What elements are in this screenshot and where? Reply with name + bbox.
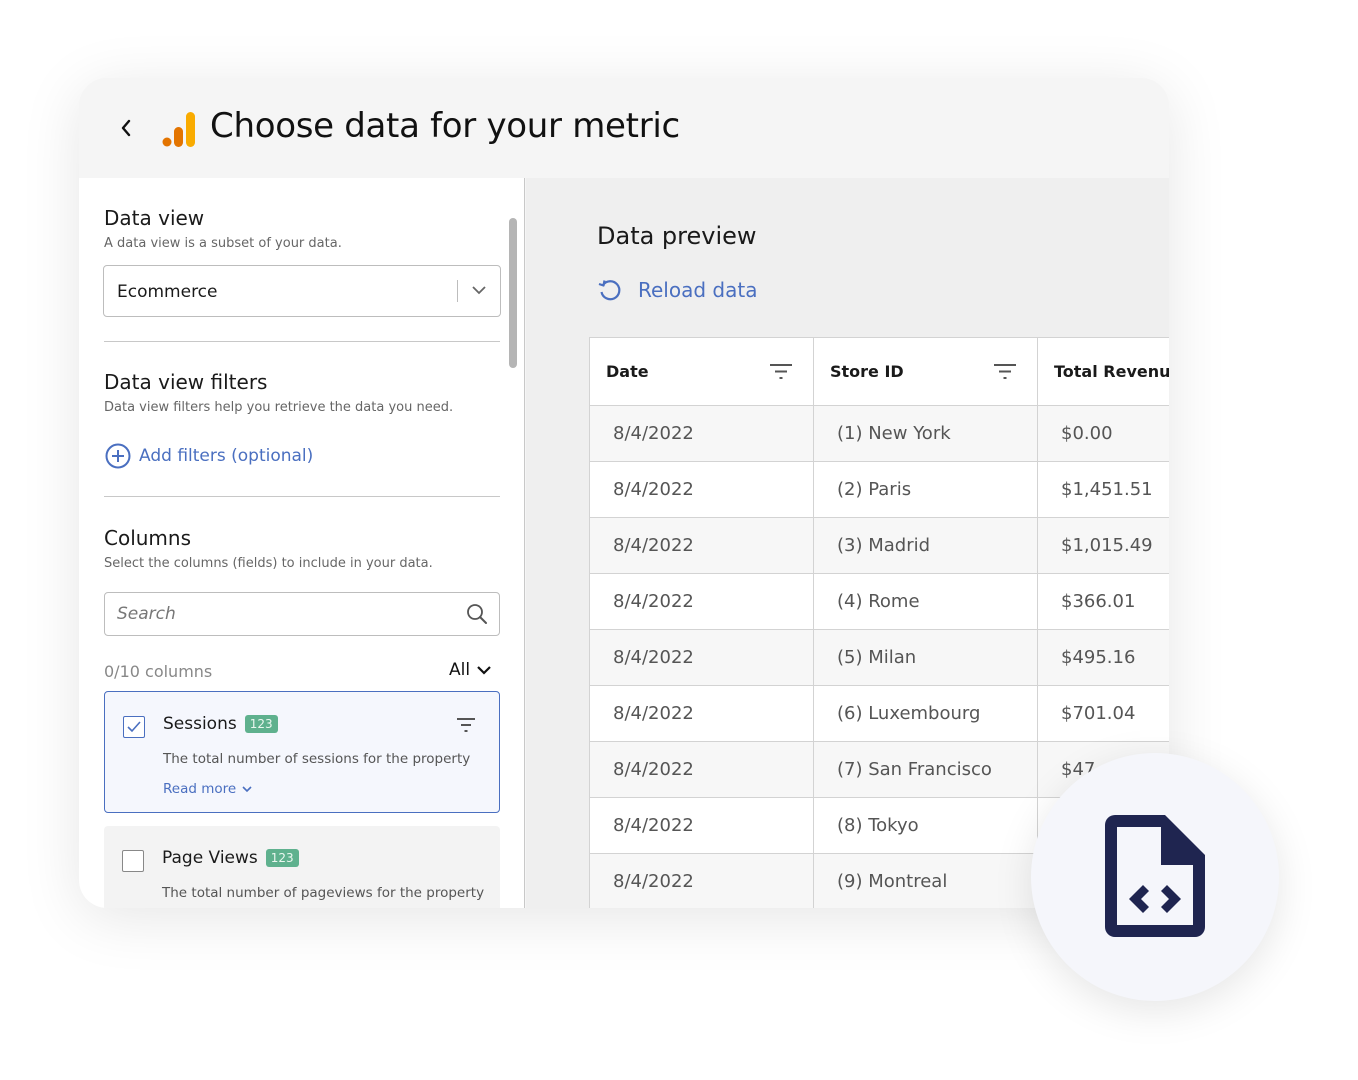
cell-store-id: (8) Tokyo bbox=[813, 797, 1038, 854]
reload-data-button[interactable]: Reload data bbox=[596, 276, 757, 304]
cell-store-id: (9) Montreal bbox=[813, 853, 1038, 908]
cell-total-revenue: $701.04 bbox=[1037, 685, 1169, 742]
column-name: Sessions 123 bbox=[163, 714, 278, 734]
column-count: 0/10 columns bbox=[104, 662, 213, 681]
cell-total-revenue: $495.16 bbox=[1037, 629, 1169, 686]
config-panel: Data view A data view is a subset of you… bbox=[79, 178, 525, 908]
add-filters-button[interactable]: Add filters (optional) bbox=[105, 443, 313, 469]
sessions-checkbox[interactable] bbox=[123, 716, 145, 738]
table-row[interactable]: 8/4/2022 (2) Paris $1,451.51 bbox=[589, 461, 1169, 518]
chevron-down-icon bbox=[477, 666, 491, 675]
column-description: The total number of sessions for the pro… bbox=[163, 751, 471, 767]
refresh-icon bbox=[598, 280, 621, 301]
header-label: Total Revenue bbox=[1054, 362, 1169, 381]
cell-store-id: (4) Rome bbox=[813, 573, 1038, 630]
filters-title: Data view filters bbox=[104, 370, 268, 394]
column-card-page-views[interactable]: Page Views 123 The total number of pagev… bbox=[104, 826, 500, 908]
cell-total-revenue: $1,451.51 bbox=[1037, 461, 1169, 518]
numeric-type-badge: 123 bbox=[244, 715, 278, 733]
cell-date: 8/4/2022 bbox=[589, 797, 814, 854]
check-icon bbox=[127, 721, 141, 733]
read-more-label: Read more bbox=[163, 781, 237, 797]
header-store-id[interactable]: Store ID bbox=[813, 337, 1038, 406]
metric-data-window: Choose data for your metric Data view A … bbox=[79, 78, 1169, 908]
cell-store-id: (2) Paris bbox=[813, 461, 1038, 518]
column-filter-label: All bbox=[449, 660, 471, 680]
column-name-text: Page Views bbox=[162, 848, 258, 868]
cell-date: 8/4/2022 bbox=[589, 629, 814, 686]
numeric-type-badge: 123 bbox=[265, 849, 299, 867]
analytics-logo-icon bbox=[162, 112, 195, 147]
divider bbox=[104, 341, 500, 342]
header-label: Date bbox=[606, 362, 649, 381]
data-view-select[interactable]: Ecommerce bbox=[103, 265, 501, 317]
cell-total-revenue: $0.00 bbox=[1037, 405, 1169, 462]
filter-icon[interactable] bbox=[993, 363, 1017, 381]
data-view-value: Ecommerce bbox=[117, 282, 218, 302]
reload-data-label: Reload data bbox=[638, 278, 758, 302]
table-row[interactable]: 8/4/2022 (5) Milan $495.16 bbox=[589, 629, 1169, 686]
search-icon[interactable] bbox=[465, 602, 489, 626]
page-title: Choose data for your metric bbox=[210, 106, 680, 146]
cell-date: 8/4/2022 bbox=[589, 405, 814, 462]
cell-date: 8/4/2022 bbox=[589, 573, 814, 630]
table-row[interactable]: 8/4/2022 (1) New York $0.00 bbox=[589, 405, 1169, 462]
chevron-down-icon bbox=[242, 786, 252, 793]
select-separator bbox=[457, 280, 458, 302]
read-more-link[interactable]: Read more bbox=[163, 781, 252, 797]
divider bbox=[104, 496, 500, 497]
file-code-icon bbox=[1105, 815, 1205, 937]
cell-date: 8/4/2022 bbox=[589, 853, 814, 908]
table-row[interactable]: 8/4/2022 (6) Luxembourg $701.04 bbox=[589, 685, 1169, 742]
chevron-left-icon bbox=[121, 119, 131, 137]
table-header-row: Date Store ID Total Revenue bbox=[589, 337, 1169, 406]
scrollbar[interactable] bbox=[509, 218, 517, 368]
file-code-badge bbox=[1031, 753, 1279, 1001]
chevron-down-icon bbox=[472, 286, 486, 295]
column-search-input[interactable] bbox=[117, 603, 447, 625]
cell-total-revenue: $1,015.49 bbox=[1037, 517, 1169, 574]
column-name: Page Views 123 bbox=[162, 848, 299, 868]
cell-store-id: (1) New York bbox=[813, 405, 1038, 462]
add-filters-label: Add filters (optional) bbox=[139, 446, 314, 466]
columns-title: Columns bbox=[104, 526, 192, 550]
filter-icon[interactable] bbox=[455, 716, 477, 734]
header: Choose data for your metric bbox=[79, 78, 1169, 178]
cell-store-id: (6) Luxembourg bbox=[813, 685, 1038, 742]
header-date[interactable]: Date bbox=[589, 337, 814, 406]
column-filter-dropdown[interactable]: All bbox=[449, 660, 492, 680]
cell-total-revenue: $366.01 bbox=[1037, 573, 1169, 630]
cell-date: 8/4/2022 bbox=[589, 461, 814, 518]
cell-store-id: (5) Milan bbox=[813, 629, 1038, 686]
cell-store-id: (3) Madrid bbox=[813, 517, 1038, 574]
back-button[interactable] bbox=[115, 114, 137, 142]
plus-circle-icon bbox=[105, 443, 131, 469]
filter-icon[interactable] bbox=[769, 363, 793, 381]
column-card-sessions[interactable]: Sessions 123 The total number of session… bbox=[104, 691, 500, 813]
data-view-subtitle: A data view is a subset of your data. bbox=[104, 236, 342, 251]
preview-title: Data preview bbox=[597, 222, 757, 250]
cell-date: 8/4/2022 bbox=[589, 517, 814, 574]
table-row[interactable]: 8/4/2022 (3) Madrid $1,015.49 bbox=[589, 517, 1169, 574]
header-total-revenue[interactable]: Total Revenue bbox=[1037, 337, 1169, 406]
header-label: Store ID bbox=[830, 362, 904, 381]
column-description: The total number of pageviews for the pr… bbox=[162, 885, 485, 901]
columns-subtitle: Select the columns (fields) to include i… bbox=[104, 556, 433, 571]
cell-date: 8/4/2022 bbox=[589, 741, 814, 798]
cell-store-id: (7) San Francisco bbox=[813, 741, 1038, 798]
page-views-checkbox[interactable] bbox=[122, 850, 144, 872]
filters-subtitle: Data view filters help you retrieve the … bbox=[104, 400, 454, 415]
column-search bbox=[104, 592, 500, 636]
data-view-title: Data view bbox=[104, 206, 205, 230]
column-name-text: Sessions bbox=[163, 714, 237, 734]
table-row[interactable]: 8/4/2022 (4) Rome $366.01 bbox=[589, 573, 1169, 630]
cell-date: 8/4/2022 bbox=[589, 685, 814, 742]
